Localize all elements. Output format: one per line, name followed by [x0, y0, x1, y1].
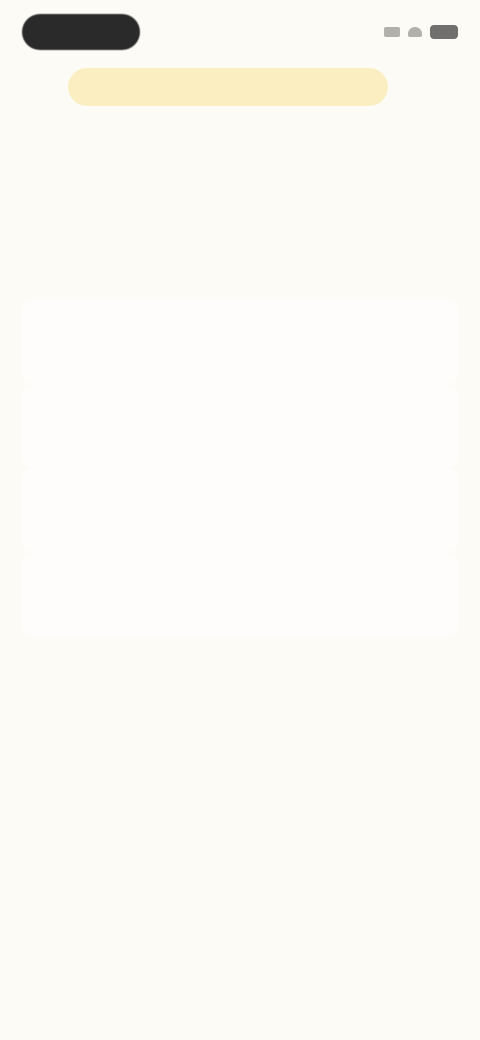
- wifi-icon: [408, 27, 422, 37]
- signal-icon: [384, 27, 400, 37]
- status-bar: [22, 14, 458, 50]
- battery-icon: [430, 25, 458, 39]
- option-item-1[interactable]: [22, 300, 458, 384]
- status-icons: [384, 22, 458, 42]
- option-item-4[interactable]: [22, 552, 458, 636]
- highlight-banner: [68, 68, 388, 106]
- screen: [0, 0, 480, 1040]
- status-pill[interactable]: [22, 14, 140, 50]
- option-list: [22, 300, 458, 636]
- option-item-2[interactable]: [22, 384, 458, 468]
- option-item-3[interactable]: [22, 468, 458, 552]
